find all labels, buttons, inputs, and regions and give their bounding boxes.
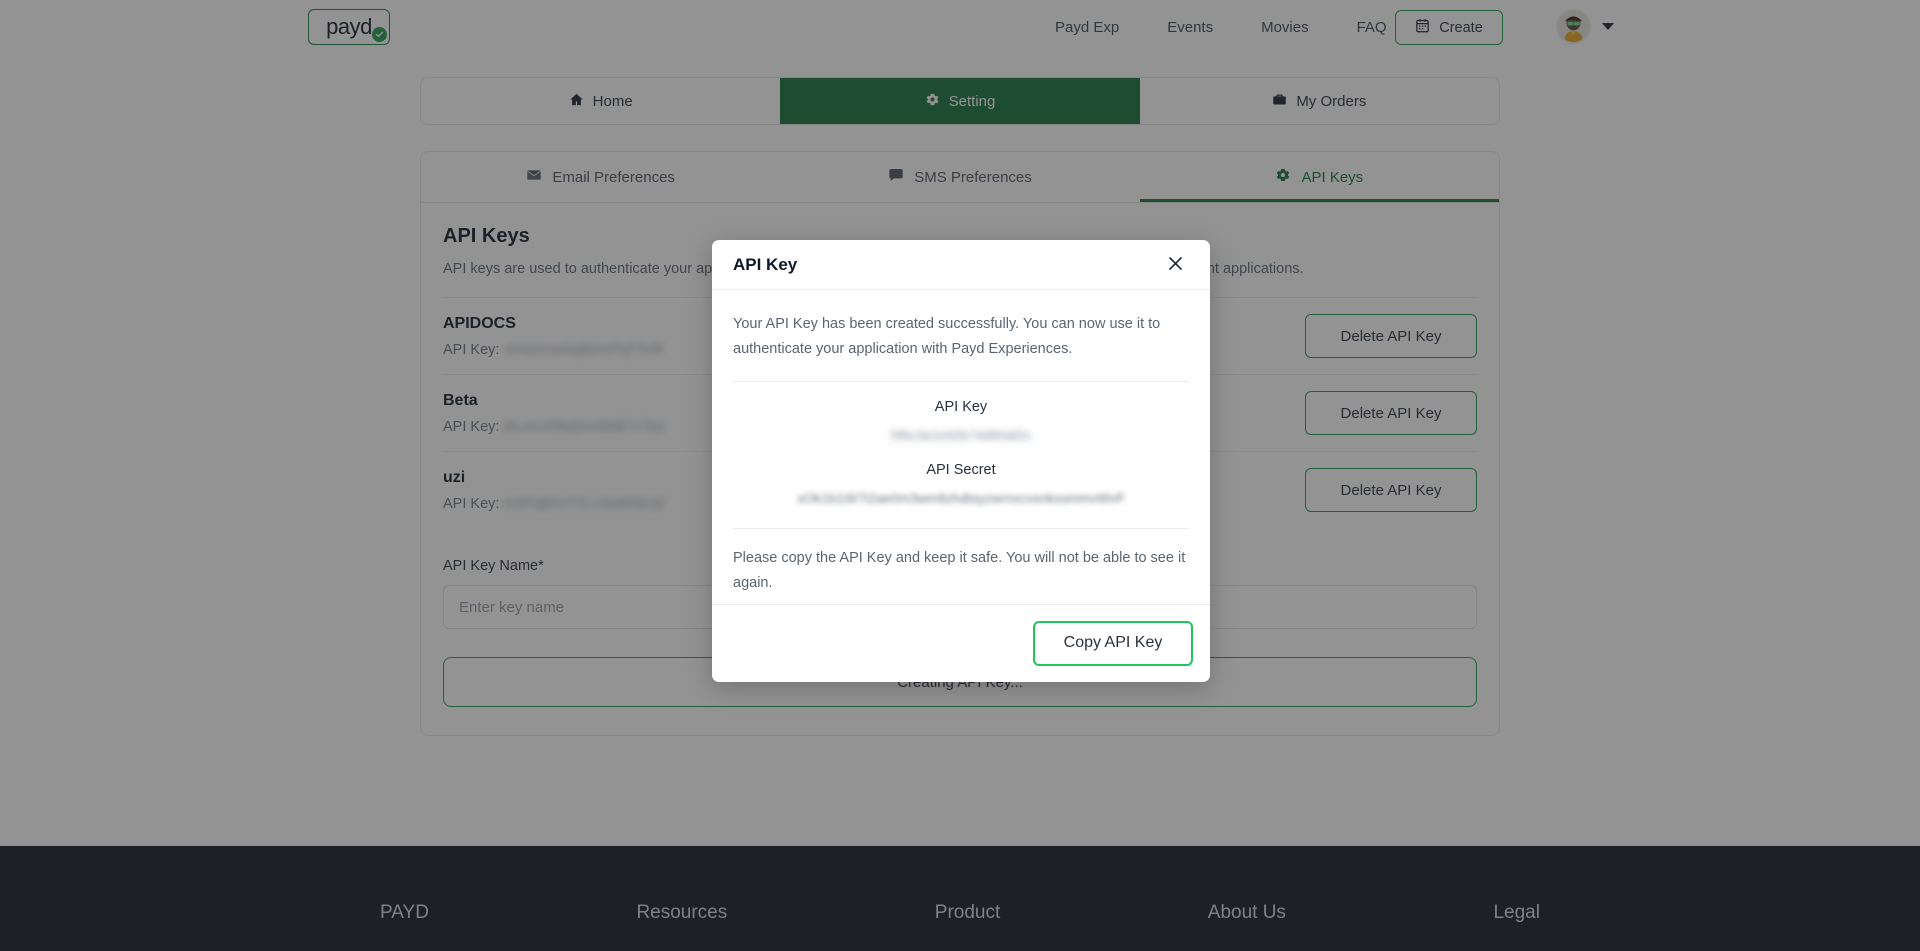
modal-intro-text: Your API Key has been created successful… <box>733 316 1161 357</box>
close-icon <box>1166 254 1185 276</box>
modal-body: Your API Key has been created successful… <box>712 290 1210 604</box>
api-secret-generated-value: xOk1b1i9/7i2ae0m3wm9zhdtsyzwrnxcvsnkssmm… <box>797 490 1125 506</box>
api-secret-label: API Secret <box>926 461 996 478</box>
api-key-generated-value: 5f8c3a1e92b74d60af2c <box>890 427 1032 443</box>
api-key-block: API Key 5f8c3a1e92b74d60af2c <box>733 382 1189 459</box>
api-key-label: API Key <box>934 398 988 415</box>
modal-title: API Key <box>733 254 798 274</box>
modal-footer: Copy API Key <box>712 603 1210 682</box>
close-button[interactable] <box>1162 252 1188 278</box>
modal-header: API Key <box>712 240 1210 290</box>
api-key-modal: API Key Your API Key has been created su… <box>712 240 1210 682</box>
api-secret-block: API Secret xOk1b1i9/7i2ae0m3wm9zhdtsyzwr… <box>733 459 1189 522</box>
modal-warning-text: Please copy the API Key and keep it safe… <box>733 549 1186 591</box>
copy-api-key-button[interactable]: Copy API Key <box>1033 620 1193 666</box>
